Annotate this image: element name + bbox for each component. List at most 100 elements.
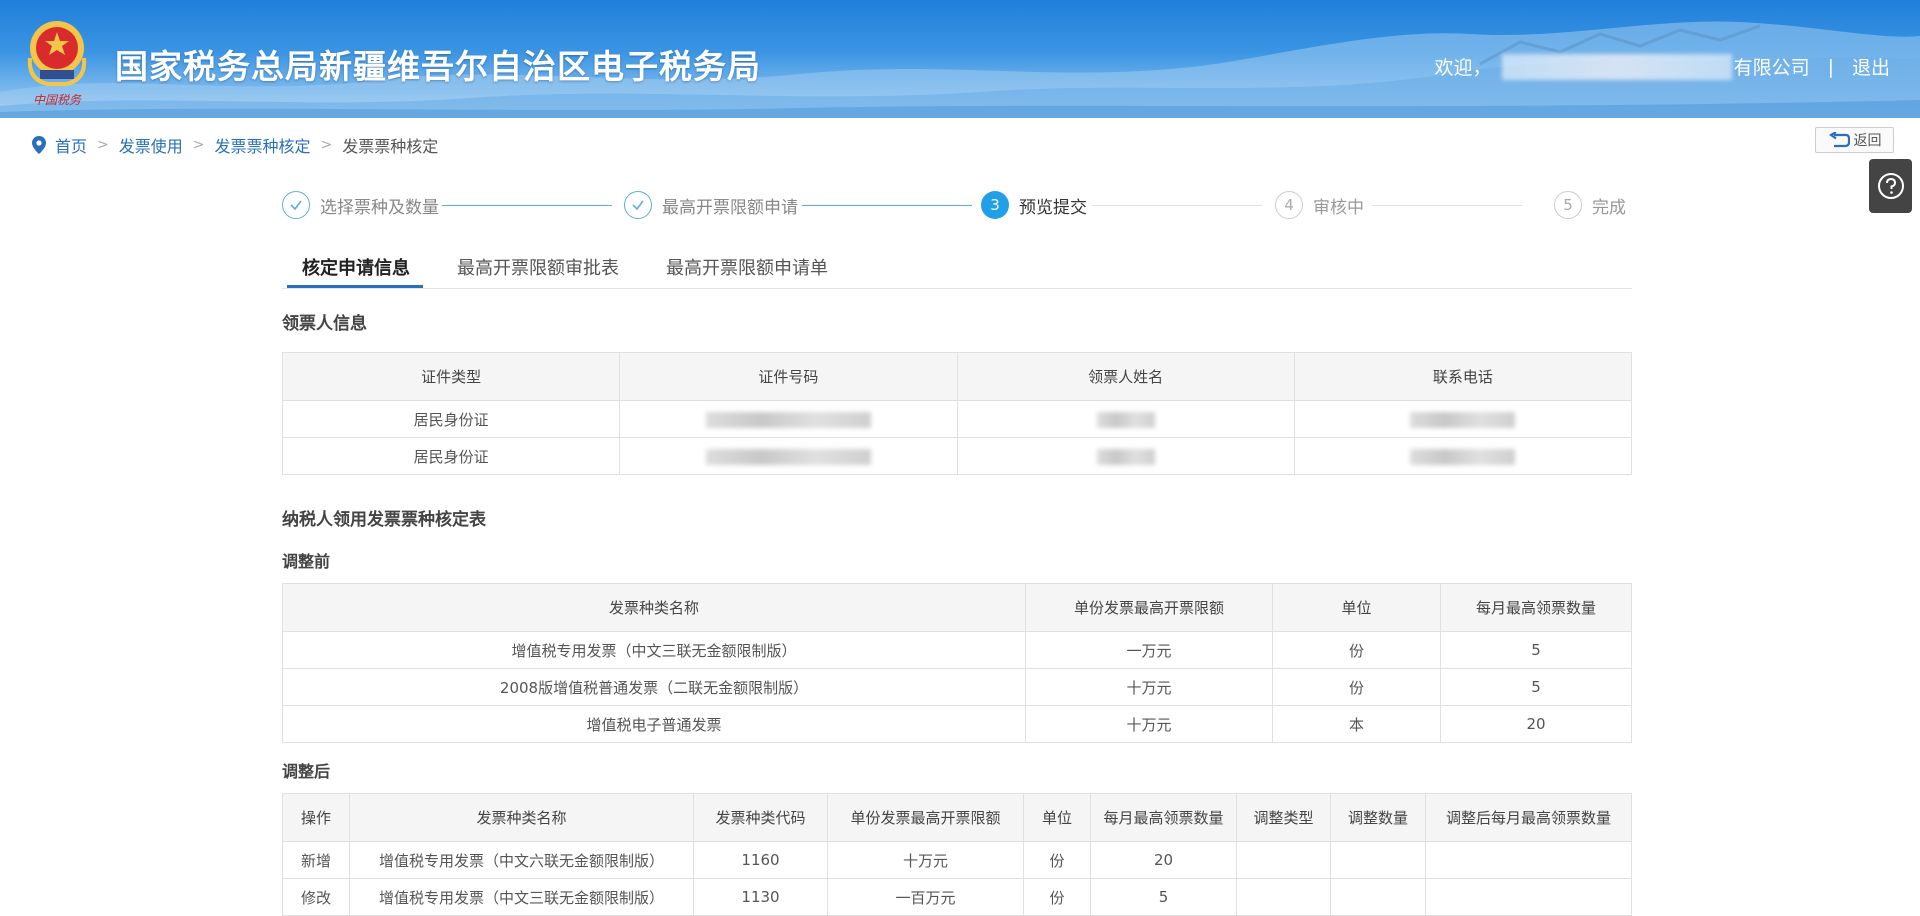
column-header: 单位	[1272, 583, 1441, 632]
unit-cell: 份	[1272, 631, 1441, 669]
limit-cell: 十万元	[827, 841, 1024, 879]
redacted-company-name	[1501, 53, 1732, 80]
quantity-cell: 20	[1440, 705, 1632, 743]
column-header: 单份发票最高开票限额	[827, 793, 1024, 842]
column-header: 操作	[282, 793, 350, 842]
back-button[interactable]: 返回	[1815, 127, 1894, 153]
breadcrumb-invoice-use[interactable]: 发票使用	[119, 133, 183, 157]
column-header: 调整后每月最高领票数量	[1425, 793, 1632, 842]
step-connector	[802, 205, 972, 206]
step-connector	[442, 205, 612, 206]
before-adjust-table: 发票种类名称 单份发票最高开票限额 单位 每月最高领票数量 增值税专用发票（中文…	[282, 583, 1632, 743]
before-adjust-title: 调整前	[282, 552, 331, 571]
step-connector	[1372, 205, 1522, 206]
redacted-name	[956, 437, 1295, 475]
breadcrumb-separator: >	[192, 137, 205, 153]
adjust-quantity-cell	[1330, 841, 1426, 879]
column-header: 联系电话	[1293, 352, 1633, 401]
column-header: 领票人姓名	[956, 352, 1295, 401]
check-icon	[624, 191, 652, 219]
question-circle-icon	[1877, 173, 1904, 199]
quantity-cell: 20	[1090, 841, 1237, 879]
step-label: 完成	[1592, 197, 1626, 218]
column-header: 证件号码	[619, 352, 958, 401]
progress-steps: 选择票种及数量 最高开票限额申请 3 预览提交 4 审核中 5 完成	[282, 191, 1632, 221]
unit-cell: 份	[1272, 668, 1441, 706]
table-row: 新增 增值税专用发票（中文六联无金额限制版） 1160 十万元 份 20	[282, 841, 1632, 879]
adjust-quantity-cell	[1330, 878, 1426, 916]
limit-cell: 一万元	[1025, 631, 1273, 669]
step-select-type: 选择票种及数量	[282, 191, 439, 219]
tab-limit-request[interactable]: 最高开票限额申请单	[666, 254, 828, 280]
id-type-cell: 居民身份证	[281, 400, 621, 438]
site-header: 中国税务 国家税务总局新疆维吾尔自治区电子税务局 欢迎， 有限公司 | 退出	[0, 0, 1920, 118]
column-header: 每月最高领票数量	[1440, 583, 1632, 632]
column-header: 单位	[1023, 793, 1091, 842]
unit-cell: 份	[1023, 841, 1091, 879]
breadcrumb: 首页 > 发票使用 > 发票票种核定 > 发票票种核定	[32, 133, 438, 157]
help-button[interactable]	[1869, 159, 1912, 213]
redacted-id-number	[619, 400, 958, 438]
invoice-type-cell: 增值税专用发票（中文六联无金额限制版）	[349, 841, 694, 879]
unit-cell: 本	[1272, 705, 1441, 743]
column-header: 调整数量	[1330, 793, 1426, 842]
breadcrumb-invoice-verification[interactable]: 发票票种核定	[215, 133, 311, 157]
step-number: 4	[1275, 191, 1303, 219]
invoice-code-cell: 1130	[693, 878, 828, 916]
back-label: 返回	[1853, 133, 1882, 149]
tax-emblem-icon: 中国税务	[27, 21, 87, 107]
after-adjust-table: 操作 发票种类名称 发票种类代码 单份发票最高开票限额 单位 每月最高领票数量 …	[282, 793, 1632, 916]
column-header: 每月最高领票数量	[1090, 793, 1237, 842]
step-label: 最高开票限额申请	[662, 197, 798, 218]
logout-link[interactable]: 退出	[1852, 53, 1890, 80]
breadcrumb-current: 发票票种核定	[342, 137, 439, 156]
location-pin-icon	[32, 136, 46, 154]
company-suffix: 有限公司	[1733, 57, 1810, 79]
table-row: 修改 增值税专用发票（中文三联无金额限制版） 1130 一百万元 份 5	[282, 878, 1632, 916]
column-header: 单份发票最高开票限额	[1025, 583, 1273, 632]
redacted-id-number	[619, 437, 958, 475]
step-connector	[1092, 205, 1262, 206]
breadcrumb-separator: >	[320, 137, 333, 153]
operation-cell: 新增	[282, 841, 350, 879]
site-title: 国家税务总局新疆维吾尔自治区电子税务局	[115, 47, 761, 86]
svg-text:中国税务: 中国税务	[33, 93, 82, 107]
operation-cell: 修改	[282, 878, 350, 916]
invoice-code-cell: 1160	[693, 841, 828, 879]
step-reviewing: 4 审核中	[1275, 191, 1364, 219]
quantity-cell: 5	[1090, 878, 1237, 916]
receiver-table: 证件类型 证件号码 领票人姓名 联系电话 居民身份证 居民身份证	[281, 352, 1633, 475]
adjust-type-cell	[1236, 878, 1331, 916]
redacted-phone	[1293, 400, 1633, 438]
column-header: 发票种类名称	[282, 583, 1026, 632]
tab-verification-info[interactable]: 核定申请信息	[302, 254, 410, 280]
table-row: 增值税电子普通发票 十万元 本 20	[282, 705, 1632, 743]
user-area: 欢迎， 有限公司 | 退出	[1435, 53, 1890, 80]
tab-bar: 核定申请信息 最高开票限额审批表 最高开票限额申请单	[282, 244, 1632, 289]
step-complete: 5 完成	[1554, 191, 1626, 219]
redacted-name	[956, 400, 1295, 438]
step-limit-application: 最高开票限额申请	[624, 191, 798, 219]
tab-limit-approval[interactable]: 最高开票限额审批表	[457, 254, 619, 280]
verification-section-title: 纳税人领用发票票种核定表	[282, 510, 486, 530]
column-header: 发票种类名称	[349, 793, 694, 842]
quantity-cell: 5	[1440, 668, 1632, 706]
adjusted-quantity-cell	[1425, 878, 1632, 916]
limit-cell: 一百万元	[827, 878, 1024, 916]
step-number: 3	[981, 191, 1009, 219]
table-row: 居民身份证	[281, 437, 1633, 475]
step-label: 选择票种及数量	[320, 197, 439, 218]
id-type-cell: 居民身份证	[281, 437, 621, 475]
table-row: 增值税专用发票（中文三联无金额限制版） 一万元 份 5	[282, 631, 1632, 669]
adjusted-quantity-cell	[1425, 841, 1632, 879]
step-number: 5	[1554, 191, 1582, 219]
invoice-type-cell: 2008版增值税普通发票（二联无金额限制版）	[282, 668, 1026, 706]
step-preview-submit: 3 预览提交	[981, 191, 1087, 219]
limit-cell: 十万元	[1025, 668, 1273, 706]
active-tab-indicator	[287, 285, 423, 288]
breadcrumb-home[interactable]: 首页	[55, 133, 87, 157]
unit-cell: 份	[1023, 878, 1091, 916]
header-separator: |	[1827, 55, 1834, 78]
column-header: 调整类型	[1236, 793, 1331, 842]
after-adjust-title: 调整后	[282, 762, 331, 781]
